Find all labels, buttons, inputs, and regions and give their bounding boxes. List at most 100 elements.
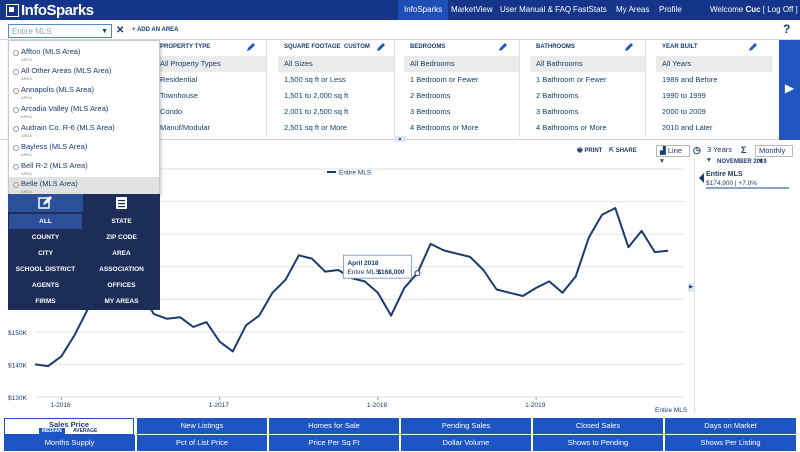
selected-marker-icon: [699, 173, 704, 183]
filter-option[interactable]: Condo: [154, 104, 266, 120]
clear-area-icon[interactable]: ✕: [116, 25, 124, 36]
filter-option[interactable]: 2 Bathrooms: [530, 88, 645, 104]
radio-icon: [13, 88, 19, 94]
area-type-school-district[interactable]: SCHOOL DISTRICT: [9, 262, 82, 277]
edit-pencil-icon[interactable]: [246, 42, 256, 52]
filters-next-arrow-icon[interactable]: ▶: [779, 40, 800, 140]
edit-tab[interactable]: [8, 194, 83, 212]
area-type-all[interactable]: ALL: [9, 214, 82, 229]
list-item[interactable]: Arcadia Valley (MLS Area) AREA: [9, 102, 159, 121]
print-button[interactable]: 🖶 PRINT: [577, 146, 602, 157]
list-item[interactable]: All Other Areas (MLS Area) AREA: [9, 64, 159, 83]
area-type-city[interactable]: CITY: [9, 246, 82, 261]
logoff-link[interactable]: [ Log Off ]: [763, 5, 798, 14]
list-item[interactable]: Audrain Co. R-6 (MLS Area) AREA: [9, 121, 159, 140]
area-dropdown: Affton (MLS Area) AREA All Other Areas (M…: [8, 40, 160, 196]
filter-option[interactable]: 2 Bedrooms: [404, 88, 519, 104]
filter-option[interactable]: 2,501 sq ft or More: [278, 120, 394, 136]
filter-option[interactable]: 1 Bedroom or Fewer: [404, 72, 519, 88]
tab-homes-for-sale[interactable]: Homes for Sale: [269, 418, 399, 434]
metric-tabs: Sales Price MEDIAN AVERAGE New Listings …: [4, 418, 796, 452]
area-type-state[interactable]: STATE: [85, 214, 158, 229]
nav-infosparks[interactable]: InfoSparks: [398, 0, 449, 20]
y-tick-label: $130K: [8, 395, 27, 402]
share-button[interactable]: ⇱ SHARE: [609, 146, 637, 157]
interval-select[interactable]: Monthly ▾: [755, 145, 793, 165]
help-icon[interactable]: ?: [783, 22, 790, 36]
area-search-input[interactable]: Entire MLS ▼: [8, 24, 112, 38]
list-item[interactable]: Annapolis (MLS Area) AREA: [9, 83, 159, 102]
list-item[interactable]: Affton (MLS Area) AREA: [9, 45, 159, 64]
edit-pencil-icon[interactable]: [748, 42, 758, 52]
filter-option[interactable]: 1,500 sq ft or Less: [278, 72, 394, 88]
area-name: Bell R-2 (MLS Area): [21, 161, 88, 170]
x-tick-label: 1-2019: [525, 402, 546, 409]
tab-sales-price[interactable]: Sales Price MEDIAN AVERAGE: [4, 418, 134, 435]
tab-shows-to-pending[interactable]: Shows to Pending: [533, 435, 663, 451]
nav-faststats[interactable]: FastStats: [573, 0, 607, 20]
area-type: AREA: [21, 133, 32, 138]
chart-type-select[interactable]: ▟ Line ▾: [656, 145, 690, 165]
filter-option[interactable]: All Years: [656, 56, 772, 72]
list-item[interactable]: Bell R-2 (MLS Area) AREA: [9, 159, 159, 178]
area-type: AREA: [21, 152, 32, 157]
toggle-median[interactable]: MEDIAN: [39, 428, 65, 434]
list-tab[interactable]: [84, 194, 159, 212]
range-select[interactable]: 3 Years ▾: [704, 145, 740, 164]
expand-panel-icon[interactable]: ▶: [688, 283, 694, 292]
filter-option[interactable]: All Property Types: [154, 56, 266, 72]
nav-profile[interactable]: Profile: [659, 0, 682, 20]
tab-price-per-sq-ft[interactable]: Price Per Sq Ft: [269, 435, 399, 451]
infosparks-logo[interactable]: InfoSparks: [6, 2, 94, 19]
tab-shows-per-listing[interactable]: Shows Per Listing: [665, 435, 796, 451]
area-type-association[interactable]: ASSOCIATION: [85, 262, 158, 277]
chart-type-value: Line: [667, 146, 683, 155]
detail-panel: NOVEMBER 2019 Entire MLS $174,900 | +7.0…: [694, 158, 800, 413]
chevron-down-icon[interactable]: ▼: [101, 26, 108, 37]
filter-option[interactable]: Townhouse: [154, 88, 266, 104]
filter-option[interactable]: 1989 and Before: [656, 72, 772, 88]
filter-option[interactable]: All Bathrooms: [530, 56, 645, 72]
filter-option[interactable]: 1 Bathroom or Fewer: [530, 72, 645, 88]
area-type-offices[interactable]: OFFICES: [85, 278, 158, 293]
filter-option[interactable]: Manuf/Modular: [154, 120, 266, 136]
tab-closed-sales[interactable]: Closed Sales: [533, 418, 663, 434]
edit-pencil-icon[interactable]: [376, 42, 386, 52]
x-tick-label: 1-2018: [367, 402, 388, 409]
filter-option[interactable]: Residential: [154, 72, 266, 88]
nav-marketview[interactable]: MarketView: [451, 0, 493, 20]
nav-user-manual[interactable]: User Manual & FAQ: [500, 0, 571, 20]
area-type-county[interactable]: COUNTY: [9, 230, 82, 245]
tab-months-supply[interactable]: Months Supply: [4, 435, 135, 451]
welcome-text: Welcome Cuc [ Log Off ]: [710, 0, 798, 20]
filter-option[interactable]: 3 Bedrooms: [404, 104, 519, 120]
area-type-my-areas[interactable]: MY AREAS: [85, 294, 158, 309]
filter-option[interactable]: 1,501 to 2,000 sq ft: [278, 88, 394, 104]
list-item[interactable]: Bayless (MLS Area) AREA: [9, 140, 159, 159]
nav-my-areas[interactable]: My Areas: [616, 0, 649, 20]
area-type-firms[interactable]: FIRMS: [9, 294, 82, 309]
add-area-button[interactable]: + ADD AN AREA: [132, 27, 179, 33]
filter-option[interactable]: 3 Bathrooms: [530, 104, 645, 120]
tab-days-on-market[interactable]: Days on Market: [665, 418, 796, 434]
filter-option[interactable]: All Bedrooms: [404, 56, 519, 72]
tab-pct-of-list-price[interactable]: Pct of List Price: [137, 435, 267, 451]
toggle-average[interactable]: AVERAGE: [73, 428, 97, 434]
filter-option[interactable]: 4 Bedrooms or More: [404, 120, 519, 136]
tab-pending-sales[interactable]: Pending Sales: [401, 418, 531, 434]
edit-pencil-icon[interactable]: [498, 42, 508, 52]
filter-option[interactable]: All Sizes: [278, 56, 394, 72]
filter-option[interactable]: 1990 to 1999: [656, 88, 772, 104]
filter-option[interactable]: 2000 to 2009: [656, 104, 772, 120]
filter-option[interactable]: 2,001 to 2,500 sq ft: [278, 104, 394, 120]
collapse-filters-icon[interactable]: ▲: [394, 136, 406, 142]
area-type-area[interactable]: AREA: [85, 246, 158, 261]
custom-button[interactable]: CUSTOM: [344, 44, 370, 50]
filter-option[interactable]: 4 Bathrooms or More: [530, 120, 645, 136]
tab-dollar-volume[interactable]: Dollar Volume: [401, 435, 531, 451]
area-type-zip-code[interactable]: ZIP CODE: [85, 230, 158, 245]
filter-option[interactable]: 2010 and Later: [656, 120, 772, 136]
edit-pencil-icon[interactable]: [624, 42, 634, 52]
tab-new-listings[interactable]: New Listings: [137, 418, 267, 434]
area-type-agents[interactable]: AGENTS: [9, 278, 82, 293]
